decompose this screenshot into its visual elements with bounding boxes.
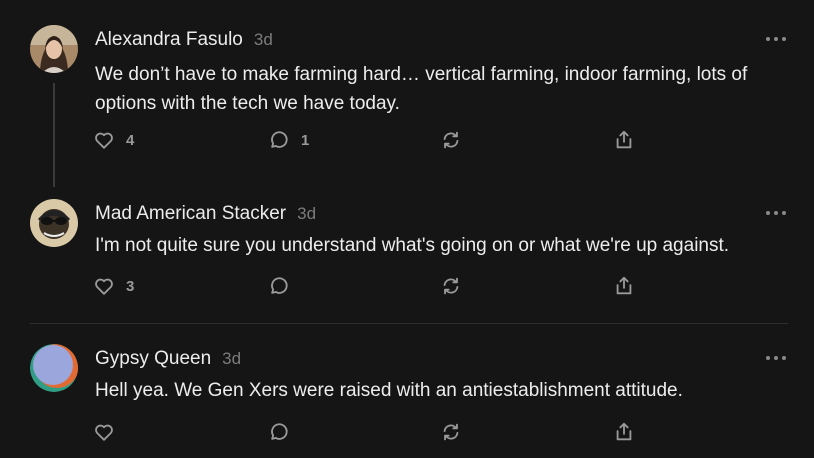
restack-button[interactable] bbox=[440, 273, 462, 299]
comment-header: Gypsy Queen 3d bbox=[95, 348, 241, 370]
like-button[interactable]: 3 bbox=[93, 273, 134, 299]
avatar-image bbox=[30, 25, 78, 73]
heart-icon bbox=[95, 278, 113, 295]
speech-bubble-icon bbox=[271, 277, 288, 294]
restack-arrows-icon bbox=[443, 131, 459, 149]
action-bar: 3 bbox=[93, 273, 653, 299]
heart-icon bbox=[95, 424, 113, 441]
timestamp[interactable]: 3d bbox=[297, 204, 316, 224]
like-button[interactable] bbox=[93, 419, 126, 445]
speech-bubble-icon bbox=[271, 131, 288, 148]
reply-count: 1 bbox=[301, 131, 310, 149]
comment-text: We don’t have to make farming hard… vert… bbox=[95, 64, 748, 114]
reply-button[interactable]: 1 bbox=[268, 127, 309, 153]
timestamp[interactable]: 3d bbox=[222, 349, 241, 369]
share-upload-icon bbox=[616, 422, 632, 441]
action-bar: 4 1 bbox=[93, 127, 653, 153]
more-dots-icon bbox=[766, 356, 770, 360]
comment-text: Hell yea. We Gen Xers were raised with a… bbox=[95, 380, 683, 401]
comment-header: Mad American Stacker 3d bbox=[95, 203, 316, 225]
speech-bubble-icon bbox=[271, 423, 288, 440]
reply-button[interactable] bbox=[268, 273, 301, 299]
share-button[interactable] bbox=[613, 273, 635, 299]
action-bar bbox=[93, 419, 653, 445]
share-upload-icon bbox=[616, 130, 632, 149]
timestamp[interactable]: 3d bbox=[254, 30, 273, 50]
like-count: 3 bbox=[126, 277, 135, 295]
reply-button[interactable] bbox=[268, 419, 301, 445]
avatar-image bbox=[30, 199, 78, 247]
author-name[interactable]: Mad American Stacker bbox=[95, 203, 286, 225]
like-count: 4 bbox=[126, 131, 135, 149]
restack-button[interactable] bbox=[440, 127, 462, 153]
like-button[interactable]: 4 bbox=[93, 127, 134, 153]
more-options-button[interactable] bbox=[766, 207, 786, 219]
share-button[interactable] bbox=[613, 127, 635, 153]
divider bbox=[30, 323, 788, 324]
restack-button[interactable] bbox=[440, 419, 462, 445]
more-dots-icon bbox=[766, 37, 770, 41]
avatar[interactable] bbox=[30, 25, 78, 73]
share-button[interactable] bbox=[613, 419, 635, 445]
more-options-button[interactable] bbox=[766, 352, 786, 364]
heart-icon bbox=[95, 132, 113, 149]
comment-header: Alexandra Fasulo 3d bbox=[95, 29, 273, 51]
restack-arrows-icon bbox=[443, 277, 459, 295]
comment-text: I'm not quite sure you understand what's… bbox=[95, 235, 730, 256]
avatar-image bbox=[30, 344, 78, 392]
author-name[interactable]: Gypsy Queen bbox=[95, 348, 211, 370]
thread-line bbox=[53, 83, 55, 187]
more-options-button[interactable] bbox=[766, 33, 786, 45]
more-dots-icon bbox=[766, 211, 770, 215]
author-name[interactable]: Alexandra Fasulo bbox=[95, 29, 243, 51]
restack-arrows-icon bbox=[443, 423, 459, 441]
share-upload-icon bbox=[616, 276, 632, 295]
avatar[interactable] bbox=[30, 344, 78, 392]
avatar[interactable] bbox=[30, 199, 78, 247]
